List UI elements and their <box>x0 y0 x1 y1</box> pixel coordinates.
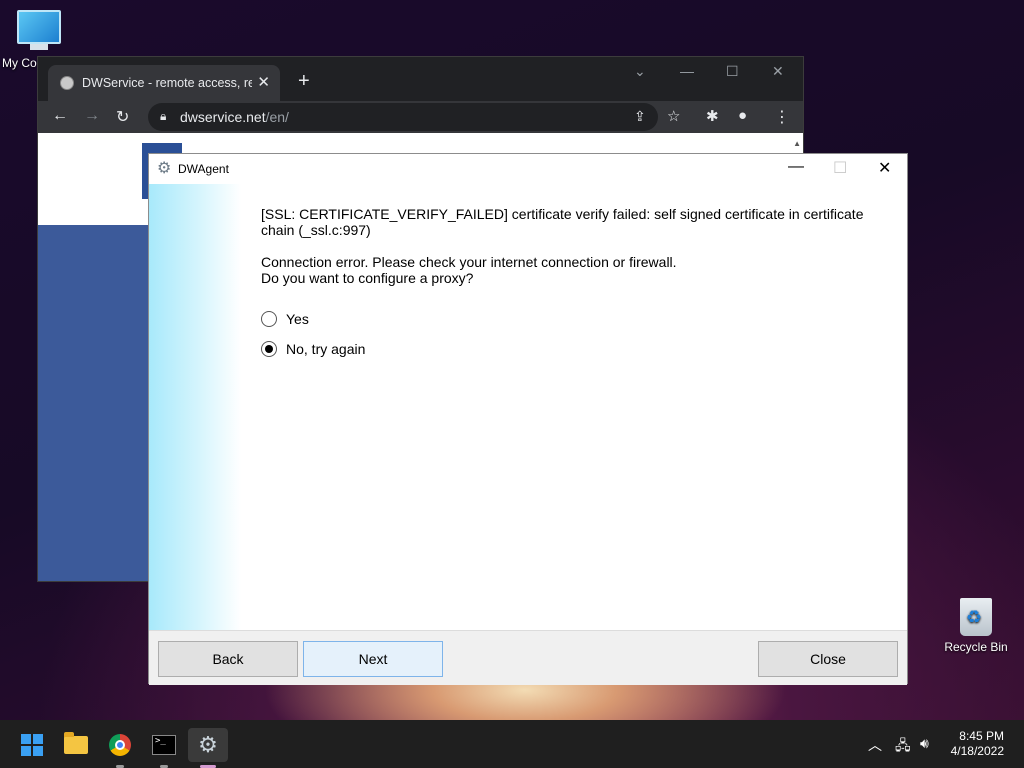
message-line-1: Connection error. Please check your inte… <box>261 254 677 270</box>
windows-logo-icon <box>21 734 43 756</box>
lock-icon[interactable]: 🔒︎ <box>160 109 166 124</box>
minimize-icon[interactable]: — <box>788 158 804 176</box>
clock-time: 8:45 PM <box>959 729 1004 743</box>
share-icon[interactable]: ⇪ <box>634 108 646 125</box>
close-tab-icon[interactable]: ✕ <box>257 73 270 91</box>
profile-icon[interactable]: ● <box>738 107 747 124</box>
browser-tabbar: DWService - remote access, remo ✕ + ⌄ — … <box>38 57 803 101</box>
option-yes[interactable]: Yes <box>261 311 309 327</box>
back-arrow-icon[interactable]: ← <box>52 107 68 125</box>
volume-icon[interactable]: 🔊︎ <box>920 735 929 752</box>
folder-icon <box>64 732 88 754</box>
dialog-message: [SSL: CERTIFICATE_VERIFY_FAILED] certifi… <box>261 206 881 286</box>
close-icon[interactable]: ✕ <box>878 158 891 178</box>
taskbar-file-explorer[interactable] <box>56 728 96 762</box>
browser-toolbar: ← → ↻ 🔒︎ dwservice.net/en/ ⇪ ☆ ✱ ● ⋮ <box>38 101 803 133</box>
next-button[interactable]: Next <box>303 641 443 677</box>
maximize-icon[interactable]: ☐ <box>726 63 739 80</box>
chrome-icon <box>109 734 131 756</box>
recycle-bin-icon: ♻ <box>960 598 992 636</box>
system-clock[interactable]: 8:45 PM 4/18/2022 <box>951 729 1004 759</box>
option-label: No, try again <box>286 341 366 357</box>
desktop-icon-label: Recycle Bin <box>944 640 1008 654</box>
computer-icon <box>17 10 61 44</box>
option-no-try-again[interactable]: No, try again <box>261 341 365 357</box>
new-tab-icon[interactable]: + <box>298 70 310 93</box>
taskbar-chrome[interactable] <box>100 728 140 768</box>
minimize-icon[interactable]: — <box>680 63 694 79</box>
url-text: dwservice.net/en/ <box>180 109 289 125</box>
dialog-titlebar: ⚙ DWAgent — ☐ ✕ <box>149 154 907 184</box>
browser-tab[interactable]: DWService - remote access, remo ✕ <box>48 65 280 101</box>
error-text: [SSL: CERTIFICATE_VERIFY_FAILED] certifi… <box>261 206 864 238</box>
maximize-icon: ☐ <box>833 160 848 177</box>
reload-icon[interactable]: ↻ <box>116 107 129 127</box>
start-button[interactable] <box>12 728 52 762</box>
message-line-2: Do you want to configure a proxy? <box>261 270 474 286</box>
taskbar-terminal[interactable]: >_ <box>144 728 184 768</box>
dialog-title: DWAgent <box>178 162 229 176</box>
gear-icon: ⚙ <box>198 732 218 757</box>
desktop-icon-recycle-bin[interactable]: ♻ Recycle Bin <box>940 598 1012 654</box>
radio-no-try-again[interactable] <box>261 341 277 357</box>
extensions-icon[interactable]: ✱ <box>706 107 719 125</box>
network-icon[interactable]: 🖧︎ <box>895 735 911 759</box>
dialog-footer: Back Next Close <box>149 630 907 685</box>
dialog-side-banner <box>149 184 241 630</box>
menu-dots-icon[interactable]: ⋮ <box>774 107 790 127</box>
dwagent-dialog: ⚙ DWAgent — ☐ ✕ [SSL: CERTIFICATE_VERIFY… <box>148 153 908 685</box>
close-window-icon[interactable]: ✕ <box>772 63 784 80</box>
terminal-icon: >_ <box>152 735 176 755</box>
tab-title: DWService - remote access, remo <box>82 76 252 90</box>
tab-search-icon[interactable]: ⌄ <box>634 63 646 80</box>
scroll-up-icon[interactable]: ▲ <box>793 139 801 148</box>
star-icon[interactable]: ☆ <box>667 107 680 125</box>
taskbar: >_ ⚙ ︿ 🖧︎ 🔊︎ 8:45 PM 4/18/2022 <box>0 720 1024 768</box>
close-button[interactable]: Close <box>758 641 898 677</box>
clock-date: 4/18/2022 <box>950 744 1004 758</box>
back-button[interactable]: Back <box>158 641 298 677</box>
option-label: Yes <box>286 311 309 327</box>
taskbar-dwagent[interactable]: ⚙ <box>188 728 228 768</box>
chevron-up-icon[interactable]: ︿ <box>868 735 882 755</box>
radio-yes[interactable] <box>261 311 277 327</box>
address-bar[interactable]: 🔒︎ dwservice.net/en/ ⇪ <box>148 103 658 131</box>
forward-arrow-icon[interactable]: → <box>84 107 100 125</box>
gear-icon: ⚙ <box>157 160 172 177</box>
dwservice-favicon-icon <box>60 76 74 90</box>
